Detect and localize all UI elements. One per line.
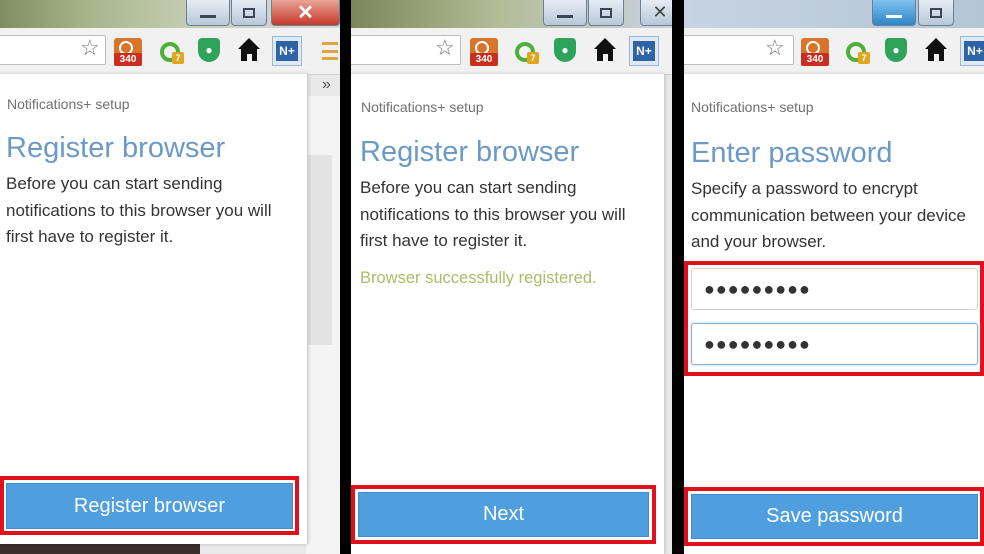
badge-small: 7	[527, 52, 539, 64]
popup-header: Notifications+ setup	[7, 96, 130, 112]
menu-icon[interactable]	[322, 42, 338, 60]
maximize-icon	[930, 7, 942, 18]
rss-badge-icon[interactable]: 340	[114, 38, 142, 66]
close-button[interactable]: ✕	[640, 0, 672, 26]
home-icon[interactable]	[593, 38, 617, 62]
minimize-icon	[200, 15, 216, 18]
save-password-button[interactable]: Save password	[691, 494, 978, 539]
popup-description: Before you can start sending notificatio…	[360, 178, 626, 250]
password-confirm-input[interactable]: ●●●●●●●●●	[691, 323, 978, 365]
shield-icon[interactable]: ●	[885, 38, 907, 62]
maximize-icon	[243, 7, 255, 18]
green-ring-icon[interactable]: 7	[515, 42, 539, 64]
green-ring-icon[interactable]: 7	[160, 42, 184, 64]
star-icon[interactable]: ☆	[80, 37, 100, 59]
popup-description: Specify a password to encrypt communicat…	[691, 179, 966, 251]
shield-icon[interactable]: ●	[198, 38, 220, 62]
notifications-plus-icon[interactable]: N+	[272, 36, 302, 66]
popup-header: Notifications+ setup	[361, 99, 484, 115]
shield-icon[interactable]: ●	[554, 38, 576, 62]
setup-popup: Notifications+ setup Register browser Be…	[351, 74, 665, 554]
minimize-button[interactable]	[872, 0, 916, 26]
star-icon[interactable]: ☆	[435, 37, 455, 59]
password-input[interactable]: ●●●●●●●●●	[691, 268, 978, 310]
popup-title: Enter password	[691, 137, 893, 169]
next-button[interactable]: Next	[358, 492, 649, 537]
overflow-chevron[interactable]: »	[322, 76, 331, 94]
maximize-button[interactable]	[588, 0, 624, 26]
extension-label: N+	[276, 41, 298, 61]
rss-badge-icon[interactable]: 340	[470, 38, 498, 66]
browser-panel-1: ✕ ☆ 340 7 ● N+ » Notifications+ setup Re…	[0, 0, 340, 554]
popup-title: Register browser	[360, 136, 580, 168]
home-icon[interactable]	[924, 38, 948, 62]
green-ring-icon[interactable]: 7	[846, 42, 870, 64]
setup-popup: Notifications+ setup Register browser Be…	[0, 74, 308, 544]
popup-header: Notifications+ setup	[691, 99, 814, 115]
badge-count: 340	[801, 53, 829, 66]
close-icon: ✕	[652, 2, 668, 22]
minimize-button[interactable]	[186, 0, 230, 26]
browser-panel-3: ☆ 340 7 ● N+ Notifications+ setup Enter …	[684, 0, 984, 554]
popup-title: Register browser	[6, 132, 226, 164]
success-message: Browser successfully registered.	[360, 269, 597, 287]
minimize-icon	[557, 15, 573, 18]
page-image-strip	[0, 544, 200, 554]
badge-small: 7	[172, 52, 184, 64]
badge-count: 340	[114, 53, 142, 66]
minimize-button[interactable]	[543, 0, 587, 26]
maximize-button[interactable]	[918, 0, 954, 26]
badge-small: 7	[858, 52, 870, 64]
rss-badge-icon[interactable]: 340	[801, 38, 829, 66]
page-scrollbar[interactable]	[306, 155, 332, 345]
minimize-icon	[886, 15, 902, 18]
badge-count: 340	[470, 53, 498, 66]
browser-panel-2: ✕ ☆ 340 7 ● N+ Notifications+ setup Regi…	[351, 0, 672, 554]
close-button[interactable]: ✕	[271, 0, 340, 26]
popup-description: Before you can start sending notificatio…	[6, 174, 272, 246]
extension-label: N+	[964, 41, 984, 61]
close-icon: ✕	[297, 2, 314, 24]
maximize-button[interactable]	[231, 0, 267, 26]
register-browser-button[interactable]: Register browser	[6, 483, 293, 529]
extension-label: N+	[633, 41, 655, 61]
notifications-plus-icon[interactable]: N+	[960, 36, 984, 66]
maximize-icon	[600, 7, 612, 18]
notifications-plus-icon[interactable]: N+	[629, 36, 659, 66]
star-icon[interactable]: ☆	[765, 37, 785, 59]
home-icon[interactable]	[237, 38, 261, 62]
